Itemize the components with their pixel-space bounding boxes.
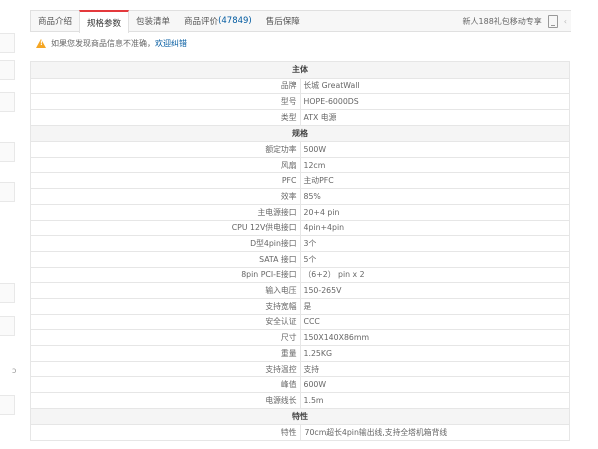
spec-value: 是 [299, 297, 570, 315]
table-row: 峰值 600W [30, 376, 570, 394]
table-row: 重量 1.25KG [30, 345, 570, 362]
spec-key: 类型 [30, 108, 301, 126]
spec-key: D型4pin接口 [30, 235, 301, 252]
c-bracket-icon: ↄ [12, 366, 17, 375]
spec-key: 8pin PCI-E接口 [30, 266, 301, 284]
spec-key: 型号 [30, 93, 301, 110]
tab-product-intro[interactable]: 商品介绍 [31, 11, 79, 31]
table-row: 电源线长 1.5m [30, 392, 570, 409]
spec-value: 20+4 pin [299, 203, 570, 221]
spec-key: 特性 [30, 424, 301, 441]
gutter-tab-marker [0, 92, 15, 112]
spec-key: 品牌 [30, 77, 301, 95]
table-row: 效率 85% [30, 188, 570, 205]
mobile-promo[interactable]: 新人188礼包移动专享 ‹ [463, 11, 571, 31]
spec-key: 风扇 [30, 156, 301, 174]
table-row: 主电源接口 20+4 pin [30, 203, 570, 221]
spec-key: 额定功率 [30, 141, 301, 158]
table-row: 类型 ATX 电源 [30, 108, 570, 126]
table-row: 安全认证 CCC [30, 313, 570, 331]
table-row: 支持宽幅是 [30, 297, 570, 315]
gutter-tab-marker [0, 142, 15, 162]
spec-key: 支持宽幅 [30, 297, 301, 315]
spec-value: ATX 电源 [299, 108, 570, 126]
spec-value: 3个 [299, 235, 570, 252]
table-row: 输入电压 150-265V [30, 282, 570, 299]
spec-value: 1.5m [299, 392, 570, 409]
section-title: 规格 [30, 124, 570, 143]
promo-text: 新人188礼包移动专享 [462, 16, 542, 26]
table-row: 特性 70cm超长4pin输出线,支持全塔机箱背线 [30, 424, 570, 441]
spec-value: 支持 [299, 360, 570, 378]
table-row: 品牌 长城 GreatWall [30, 77, 570, 95]
spec-value: 12cm [299, 156, 570, 174]
gutter-tab-marker [0, 283, 15, 303]
spec-key: 峰值 [30, 376, 301, 394]
tab-specs[interactable]: 规格参数 [79, 10, 130, 33]
spec-value: 长城 GreatWall [299, 77, 570, 95]
left-gutter: ↄ [0, 0, 24, 449]
tab-packing-list[interactable]: 包装清单 [129, 11, 177, 31]
spec-value: 500W [299, 141, 570, 158]
gutter-tab-marker [0, 33, 15, 53]
spec-key: 效率 [30, 188, 301, 205]
spec-key: 主电源接口 [30, 203, 301, 221]
tab-after-sales[interactable]: 售后保障 [259, 11, 307, 31]
spec-value: 5个 [299, 250, 570, 268]
table-row: PFC 主动PFC [30, 172, 570, 190]
spec-key: PFC [30, 172, 301, 190]
chevron-icon: ‹ [563, 16, 567, 26]
detail-tab-bar: 商品介绍 规格参数 包装清单 商品评价 (47849) 售后保障 新人188礼包移… [30, 10, 571, 33]
spec-key: 重量 [30, 345, 301, 362]
spec-value: 85% [299, 188, 570, 205]
table-row: D型4pin接口 3个 [30, 235, 570, 252]
spec-key: 电源线长 [30, 392, 301, 409]
table-row: 额定功率 500W [30, 141, 570, 158]
spec-value: 150-265V [299, 282, 570, 299]
spec-key: 支持温控 [30, 360, 301, 378]
spec-key: CPU 12V供电接口 [30, 219, 301, 237]
table-row: 支持温控 支持 [30, 360, 570, 378]
spec-key: 输入电压 [30, 282, 301, 299]
spec-value: （6+2） pin x 2 [299, 266, 570, 284]
gutter-tab-marker [0, 316, 15, 336]
table-row: SATA 接口 5个 [30, 250, 570, 268]
spec-table: 主体 品牌 长城 GreatWall 型号 HOPE-6000DS 类型 ATX 电源… [30, 61, 570, 441]
table-row: 8pin PCI-E接口 （6+2） pin x 2 [30, 266, 570, 284]
spec-value: 主动PFC [299, 172, 570, 190]
spec-key: 尺寸 [30, 329, 301, 346]
warning-icon: ! [36, 38, 46, 48]
spec-value: CCC [299, 313, 570, 331]
spec-value: 1.25KG [299, 345, 570, 362]
spec-value: 70cm超长4pin输出线,支持全塔机箱背线 [299, 424, 570, 441]
report-error-link[interactable]: 欢迎纠错 [155, 38, 187, 49]
phone-qr-icon[interactable] [547, 14, 558, 28]
table-row: 尺寸 150X140X86mm [30, 329, 570, 346]
spec-value: 600W [299, 376, 570, 394]
notice-text: 如果您发现商品信息不准确， [51, 38, 155, 48]
review-count: (47849) [218, 16, 252, 26]
spec-key: 安全认证 [30, 313, 301, 331]
tab-reviews[interactable]: 商品评价 (47849) [177, 11, 259, 31]
gutter-tab-marker [0, 182, 15, 202]
section-title: 特性 [30, 407, 570, 426]
gutter-tab-marker [0, 60, 15, 80]
spec-value: HOPE-6000DS [299, 93, 570, 110]
spec-key: SATA 接口 [30, 250, 301, 268]
spec-value: 4pin+4pin [299, 219, 570, 237]
spec-value: 150X140X86mm [299, 329, 570, 346]
table-row: 型号 HOPE-6000DS [30, 93, 570, 110]
info-notice: ! 如果您发现商品信息不准确， 欢迎纠错 [36, 36, 187, 50]
gutter-tab-marker [0, 395, 15, 415]
table-row: 风扇 12cm [30, 156, 570, 174]
section-title: 主体 [30, 61, 570, 79]
table-row: CPU 12V供电接口 4pin+4pin [30, 219, 570, 237]
